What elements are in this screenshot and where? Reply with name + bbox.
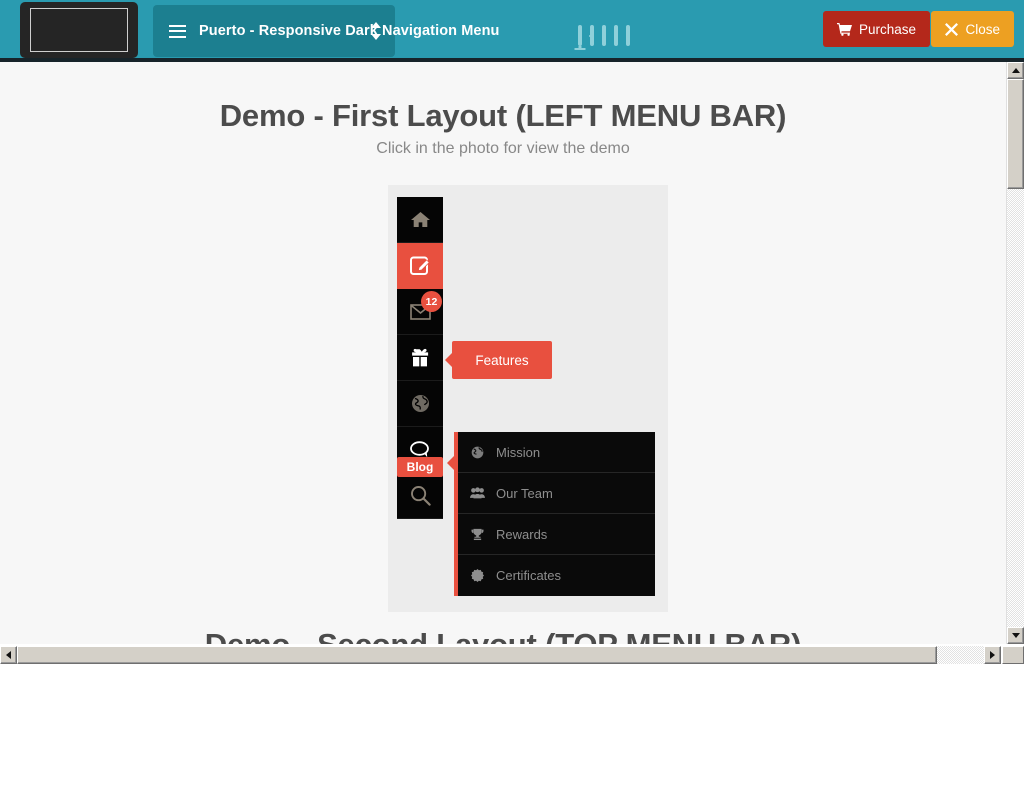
sidebar-item-features[interactable] [397, 335, 443, 381]
horizontal-scroll-thumb[interactable] [17, 646, 937, 664]
top-toolbar: Puerto - Responsive Dark Navigation Menu [0, 0, 1024, 58]
submenu-item-our-team[interactable]: Our Team [458, 473, 655, 514]
theme-title: Puerto - Responsive Dark Navigation Menu [199, 23, 500, 39]
globe-icon [411, 394, 430, 413]
tooltip-features-label: Features [475, 352, 529, 368]
search-icon [410, 485, 431, 506]
sidebar-item-home[interactable] [397, 197, 443, 243]
mobile-portrait-icon[interactable] [626, 25, 630, 46]
device-preview-group [574, 17, 630, 50]
submenu-item-mission[interactable]: Mission [458, 432, 655, 473]
mobile-landscape-icon[interactable] [614, 25, 618, 46]
demo-submenu-panel: Mission Our Team Rewards Certificates [447, 432, 655, 596]
submenu-item-label: Our Team [496, 485, 553, 501]
content-area: Demo - First Layout (LEFT MENU BAR) Clic… [0, 62, 1006, 644]
hamburger-icon [169, 24, 186, 38]
submenu-item-label: Certificates [496, 568, 562, 583]
triangle-left-icon [6, 651, 11, 659]
close-button[interactable]: Close [931, 11, 1014, 47]
horizontal-scrollbar[interactable] [0, 644, 1024, 666]
scroll-down-button[interactable] [1007, 627, 1024, 644]
vertical-scrollbar[interactable] [1006, 62, 1024, 644]
triangle-up-icon [1011, 68, 1020, 73]
tablet-portrait-icon[interactable] [602, 25, 606, 46]
submenu-item-rewards[interactable]: Rewards [458, 514, 655, 555]
sidebar-item-about[interactable] [397, 381, 443, 427]
trophy-icon [458, 528, 496, 541]
comment-icon [409, 441, 431, 458]
page-subtitle: Click in the photo for view the demo [376, 140, 630, 157]
message-count-badge: 12 [421, 291, 442, 312]
logo[interactable] [20, 2, 138, 58]
triangle-right-icon [990, 651, 995, 659]
scroll-right-button[interactable] [984, 646, 1001, 664]
purchase-label: Purchase [858, 21, 916, 37]
gift-icon [410, 348, 430, 367]
scroll-up-button[interactable] [1007, 62, 1024, 79]
demo-preview-card[interactable]: 12 Features Mission Our Team Rewards Cer… [388, 185, 668, 612]
submenu-item-label: Mission [496, 444, 541, 460]
vertical-scroll-track[interactable] [1007, 79, 1024, 627]
theme-selector[interactable]: Puerto - Responsive Dark Navigation Menu [153, 5, 499, 57]
globe-icon [458, 446, 496, 459]
close-label: Close [965, 21, 1000, 37]
pencil-square-icon [409, 255, 431, 276]
tooltip-blog[interactable]: Blog [397, 457, 443, 477]
sort-updown-icon[interactable] [371, 22, 381, 40]
submenu-item-label: Rewards [496, 526, 548, 542]
sidebar-item-pages[interactable] [397, 243, 443, 289]
times-icon [945, 22, 959, 36]
sidebar-item-messages[interactable]: 12 [397, 289, 443, 335]
purchase-button[interactable]: Purchase [822, 11, 930, 47]
tooltip-blog-label: Blog [406, 460, 434, 474]
users-icon [458, 487, 496, 499]
window-background-below [0, 666, 1024, 800]
next-section-title: Demo - Second Layout (TOP MENU BAR) [0, 627, 1006, 644]
tooltip-features[interactable]: Features [452, 341, 552, 379]
submenu-item-certificates[interactable]: Certificates [458, 555, 655, 596]
vertical-scroll-thumb[interactable] [1007, 79, 1024, 189]
triangle-down-icon [1011, 633, 1020, 638]
certificate-icon [458, 569, 496, 582]
app-window: Puerto - Responsive Dark Navigation Menu [0, 0, 1024, 800]
desktop-icon[interactable] [574, 25, 586, 50]
page-title: Demo - First Layout (LEFT MENU BAR) [219, 98, 787, 133]
sidebar-item-search[interactable] [397, 473, 443, 519]
scrollbar-corner [1002, 646, 1024, 664]
cart-icon [836, 22, 852, 36]
home-icon [410, 211, 430, 228]
scroll-left-button[interactable] [0, 646, 17, 664]
horizontal-scroll-track[interactable] [17, 646, 984, 664]
logo-inner-frame [30, 8, 128, 52]
tablet-landscape-icon[interactable] [589, 25, 594, 46]
